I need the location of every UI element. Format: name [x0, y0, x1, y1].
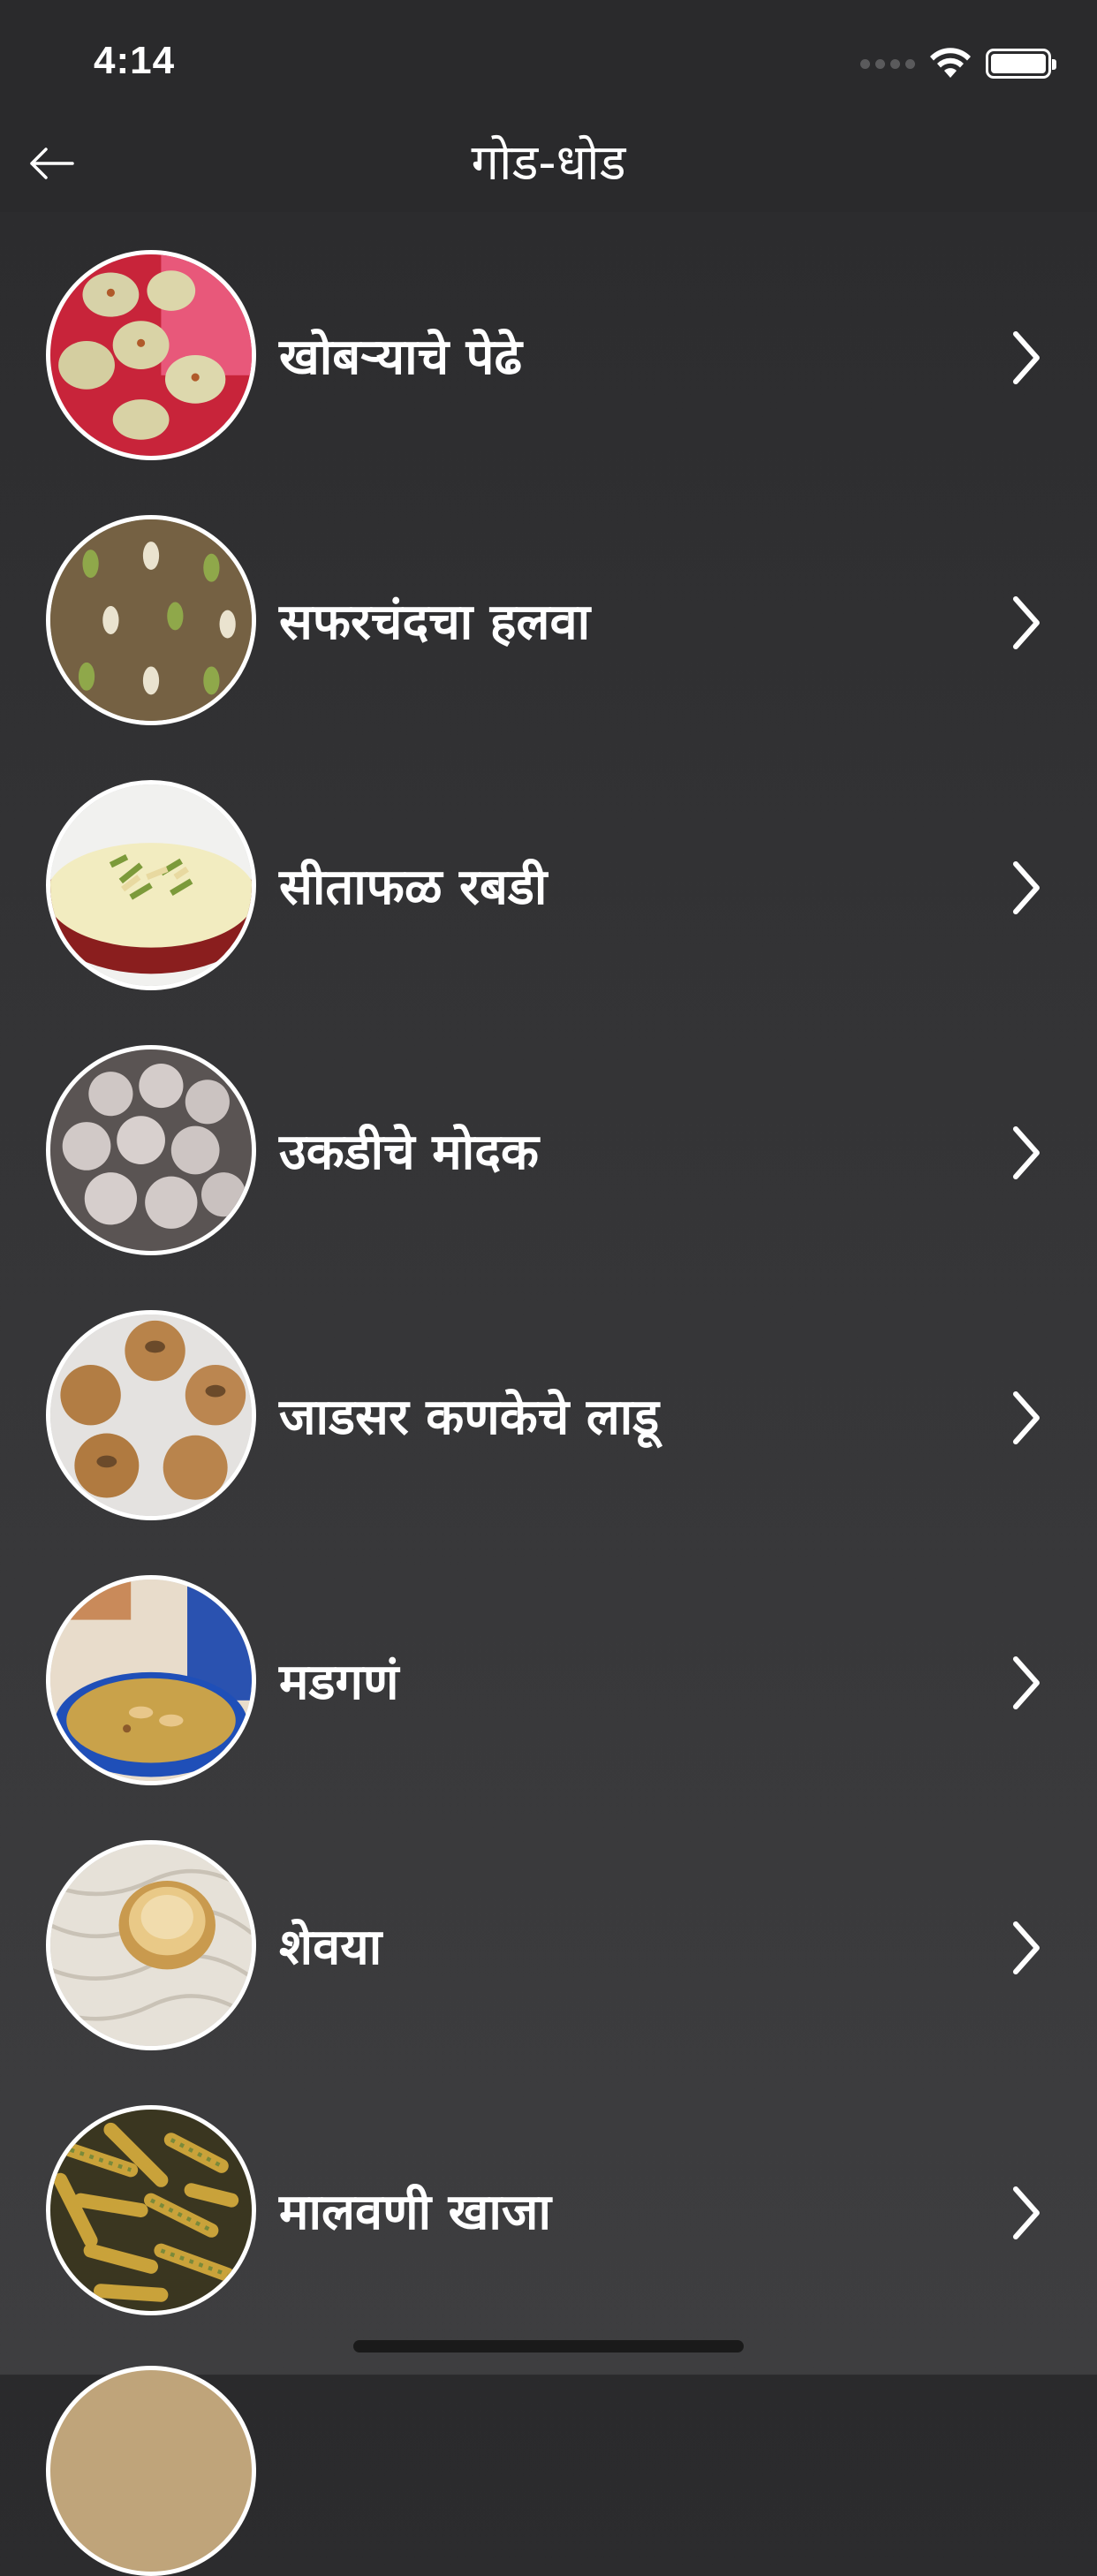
- list-item-label: उकडीचे मोदक: [279, 1124, 539, 1181]
- chevron-right-icon: [1013, 596, 1040, 649]
- list-item[interactable]: मालवणी खाजा: [0, 2067, 1097, 2332]
- list-item-label: सीताफळ रबडी: [279, 859, 548, 916]
- recipe-thumbnail: [46, 1045, 256, 1255]
- list-item-label: सफरचंदचा हलवा: [279, 594, 591, 651]
- list-item[interactable]: सीताफळ रबडी: [0, 742, 1097, 1007]
- home-indicator[interactable]: [353, 2340, 744, 2352]
- list-item[interactable]: मडगणं: [0, 1537, 1097, 1802]
- cellular-signal-icon: [860, 58, 915, 69]
- chevron-right-icon: [1013, 1921, 1040, 1974]
- list-item[interactable]: जाडसर कणकेचे लाडू: [0, 1272, 1097, 1537]
- list-item-label: जाडसर कणकेचे लाडू: [279, 1389, 660, 1446]
- list-item-label: मालवणी खाजा: [279, 2184, 551, 2241]
- recipe-thumbnail: [46, 2366, 256, 2576]
- recipe-thumbnail: [46, 250, 256, 460]
- recipe-thumbnail: [46, 1575, 256, 1785]
- chevron-right-icon: [1013, 331, 1040, 384]
- chevron-right-icon: [1013, 1126, 1040, 1179]
- list-item[interactable]: खोबऱ्याचे पेढे: [0, 212, 1097, 477]
- recipe-thumbnail: [46, 1840, 256, 2050]
- list-item[interactable]: सफरचंदचा हलवा: [0, 477, 1097, 742]
- status-icons: [860, 48, 1056, 80]
- chevron-right-icon: [1013, 1391, 1040, 1444]
- recipe-list: खोबऱ्याचे पेढे सफरचंदचा हलवा सीताफळ रबडी…: [0, 212, 1097, 2332]
- recipe-thumbnail: [46, 1310, 256, 1520]
- status-time: 4:14: [94, 39, 176, 82]
- battery-icon: [986, 49, 1056, 79]
- page-title: गोड-धोड: [471, 134, 626, 192]
- status-bar: 4:14: [0, 0, 1097, 124]
- list-item-label: खोबऱ्याचे पेढे: [279, 329, 522, 386]
- wifi-icon: [930, 48, 971, 78]
- list-item[interactable]: शेवया: [0, 1802, 1097, 2067]
- chevron-right-icon: [1013, 861, 1040, 914]
- chevron-right-icon: [1013, 2186, 1040, 2239]
- recipe-thumbnail: [46, 2105, 256, 2315]
- list-item-label: शेवया: [279, 1919, 382, 1976]
- list-item-label: मडगणं: [279, 1654, 399, 1711]
- chevron-right-icon: [1013, 1656, 1040, 1709]
- recipe-thumbnail: [46, 780, 256, 990]
- recipe-thumbnail: [46, 515, 256, 725]
- list-item[interactable]: उकडीचे मोदक: [0, 1007, 1097, 1272]
